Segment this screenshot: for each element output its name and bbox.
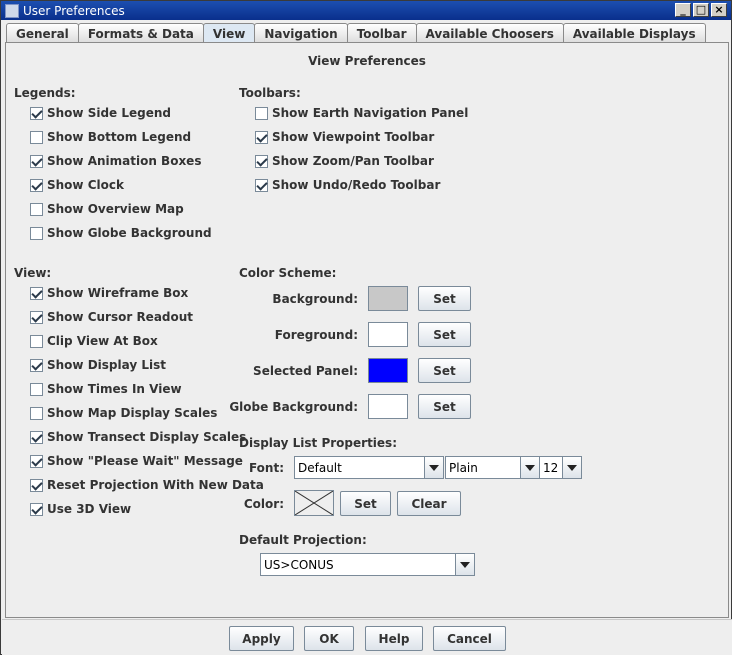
set-globe-background-color-button[interactable]: Set	[418, 394, 471, 419]
panel-title: View Preferences	[308, 54, 426, 68]
display-list-properties-heading: Display List Properties:	[239, 436, 397, 450]
checkbox-icon[interactable]	[30, 334, 43, 348]
checkbox-show-earth-navigation-panel[interactable]: Show Earth Navigation Panel	[255, 105, 468, 121]
checkbox-show-animation-boxes[interactable]: Show Animation Boxes	[30, 153, 201, 169]
maximize-icon[interactable]: □	[693, 3, 709, 17]
tab-toolbar[interactable]: Toolbar	[346, 23, 417, 43]
checkbox-show-map-display-scales[interactable]: Show Map Display Scales	[30, 405, 217, 421]
checkbox-show-viewpoint-toolbar[interactable]: Show Viewpoint Toolbar	[255, 129, 434, 145]
checkbox-show-globe-background[interactable]: Show Globe Background	[30, 225, 212, 241]
checkbox-icon[interactable]	[30, 454, 43, 468]
checkbox-show-wireframe-box[interactable]: Show Wireframe Box	[30, 285, 188, 301]
checkbox-icon[interactable]	[30, 286, 43, 300]
checkbox-show-undo-redo-toolbar[interactable]: Show Undo/Redo Toolbar	[255, 177, 440, 193]
checkbox-show-side-legend[interactable]: Show Side Legend	[30, 105, 171, 121]
toolbars-heading: Toolbars:	[239, 86, 301, 100]
checkbox-show-transect-display-scales[interactable]: Show Transect Display Scales	[30, 429, 246, 445]
font-size-select[interactable]: 12	[539, 456, 582, 479]
globe-background-color-swatch	[368, 394, 408, 419]
foreground-color-swatch	[368, 322, 408, 347]
tab-formats-data[interactable]: Formats & Data	[77, 23, 204, 43]
checkbox-icon[interactable]	[30, 406, 43, 420]
checkbox-icon[interactable]	[30, 178, 43, 192]
checkbox-show-cursor-readout[interactable]: Show Cursor Readout	[30, 309, 193, 325]
checkbox-reset-projection-with-new-data[interactable]: Reset Projection With New Data	[30, 477, 264, 493]
set-selected-panel-color-button[interactable]: Set	[418, 358, 471, 383]
checkbox-show-display-list[interactable]: Show Display List	[30, 357, 166, 373]
apply-button[interactable]: Apply	[229, 626, 294, 651]
dialog-button-bar: Apply OK Help Cancel	[2, 619, 732, 655]
help-button[interactable]: Help	[365, 626, 423, 651]
set-background-color-button[interactable]: Set	[418, 286, 471, 311]
window-title: User Preferences	[23, 3, 125, 18]
font-family-select[interactable]: Default	[294, 456, 444, 479]
no-color-icon	[294, 490, 334, 516]
view-heading: View:	[14, 266, 52, 280]
title-bar[interactable]: User Preferences _ □ ×	[1, 1, 731, 20]
tab-available-choosers[interactable]: Available Choosers	[415, 23, 564, 43]
checkbox-icon[interactable]	[30, 502, 43, 516]
default-projection-value: US>CONUS	[264, 557, 334, 572]
display-list-color-swatch	[294, 490, 334, 516]
tab-bar: General Formats & Data View Navigation T…	[6, 23, 706, 43]
foreground-color-label: Foreground:	[274, 328, 358, 342]
user-preferences-window: User Preferences _ □ × General Formats &…	[0, 0, 732, 655]
background-color-label: Background:	[272, 292, 358, 306]
checkbox-icon[interactable]	[30, 310, 43, 324]
checkbox-show-clock[interactable]: Show Clock	[30, 177, 124, 193]
tab-view[interactable]: View	[202, 23, 256, 43]
tab-navigation[interactable]: Navigation	[254, 23, 348, 43]
font-size-value: 12	[543, 460, 559, 475]
checkbox-show-overview-map[interactable]: Show Overview Map	[30, 201, 184, 217]
chevron-down-icon[interactable]	[562, 457, 581, 478]
cancel-button[interactable]: Cancel	[433, 626, 506, 651]
checkbox-icon[interactable]	[30, 106, 43, 120]
font-style-select[interactable]: Plain	[445, 456, 540, 479]
ok-button[interactable]: OK	[304, 626, 354, 651]
checkbox-icon[interactable]	[30, 382, 43, 396]
checkbox-use-3d-view[interactable]: Use 3D View	[30, 501, 131, 517]
default-projection-select[interactable]: US>CONUS	[260, 553, 475, 576]
checkbox-icon[interactable]	[30, 430, 43, 444]
checkbox-icon[interactable]	[255, 130, 268, 144]
chevron-down-icon[interactable]	[424, 457, 443, 478]
chevron-down-icon[interactable]	[520, 457, 539, 478]
checkbox-show-zoom-pan-toolbar[interactable]: Show Zoom/Pan Toolbar	[255, 153, 434, 169]
checkbox-icon[interactable]	[255, 106, 268, 120]
tab-general[interactable]: General	[6, 23, 79, 43]
checkbox-icon[interactable]	[30, 202, 43, 216]
selected-panel-color-label: Selected Panel:	[253, 364, 358, 378]
font-label: Font:	[248, 461, 284, 475]
color-label: Color:	[243, 497, 284, 511]
tab-available-displays[interactable]: Available Displays	[562, 23, 706, 43]
checkbox-show-times-in-view[interactable]: Show Times In View	[30, 381, 182, 397]
color-scheme-heading: Color Scheme:	[239, 266, 337, 280]
set-foreground-color-button[interactable]: Set	[418, 322, 471, 347]
font-style-value: Plain	[449, 460, 478, 475]
chevron-down-icon[interactable]	[455, 554, 474, 575]
set-display-list-color-button[interactable]: Set	[340, 491, 391, 516]
background-color-swatch	[368, 286, 408, 311]
clear-display-list-color-button[interactable]: Clear	[397, 491, 461, 516]
checkbox-show-bottom-legend[interactable]: Show Bottom Legend	[30, 129, 191, 145]
checkbox-icon[interactable]	[255, 154, 268, 168]
globe-background-color-label: Globe Background:	[229, 400, 358, 414]
checkbox-icon[interactable]	[30, 358, 43, 372]
checkbox-icon[interactable]	[255, 178, 268, 192]
view-preferences-panel: View Preferences Legends: Show Side Lege…	[5, 42, 729, 618]
font-family-value: Default	[298, 460, 342, 475]
close-icon[interactable]: ×	[711, 3, 727, 17]
checkbox-icon[interactable]	[30, 226, 43, 240]
minimize-icon[interactable]: _	[675, 3, 691, 17]
checkbox-icon[interactable]	[30, 154, 43, 168]
checkbox-clip-view-at-box[interactable]: Clip View At Box	[30, 333, 158, 349]
checkbox-icon[interactable]	[30, 478, 43, 492]
default-projection-heading: Default Projection:	[239, 533, 367, 547]
checkbox-icon[interactable]	[30, 130, 43, 144]
java-app-icon	[5, 3, 19, 18]
selected-panel-color-swatch	[368, 358, 408, 383]
legends-heading: Legends:	[14, 86, 76, 100]
